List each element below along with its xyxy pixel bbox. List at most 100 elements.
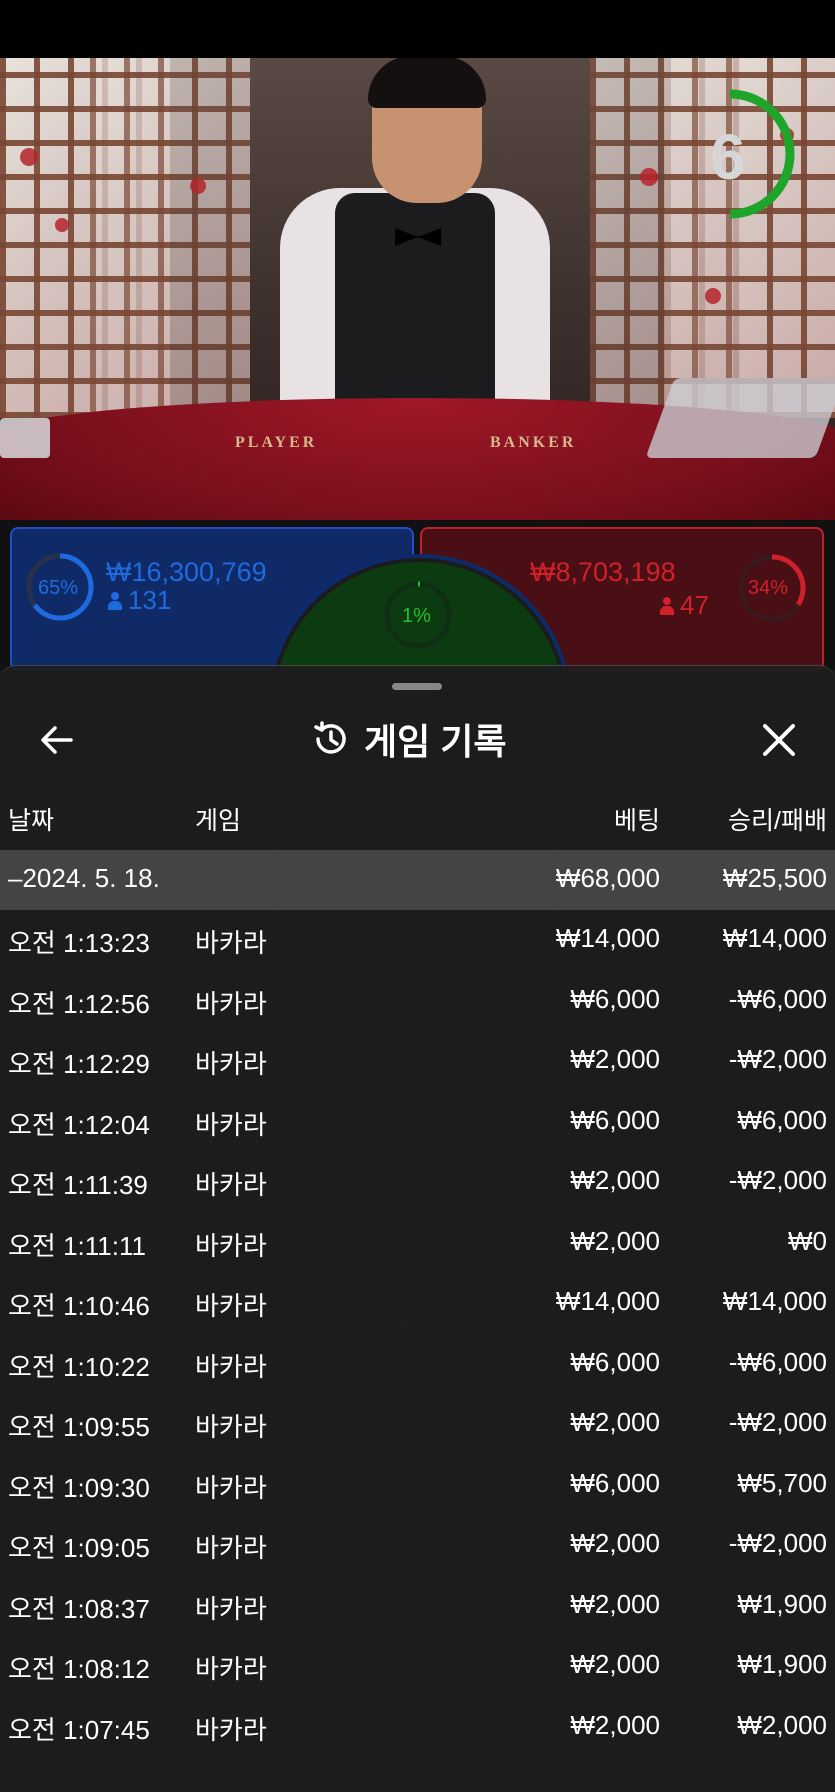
row-bet: ₩2,000 — [570, 1044, 660, 1074]
countdown-timer-value: 6 — [710, 121, 746, 193]
row-game: 바카라 — [195, 1593, 267, 1624]
row-game: 바카라 — [195, 1049, 267, 1079]
row-result: -₩2,000 — [728, 1407, 827, 1437]
column-game: 게임 — [195, 807, 242, 835]
row-result: -₩2,000 — [728, 1044, 827, 1074]
row-bet: ₩14,000 — [555, 1286, 660, 1316]
row-result: ₩2,000 — [737, 1709, 827, 1740]
history-date-group-row[interactable]: –2024. 5. 18. ₩68,000 ₩25,500 — [0, 850, 835, 910]
history-row[interactable]: 오전 1:12:04 바카라 ₩6,000 ₩6,000 — [0, 1092, 835, 1152]
blossom — [20, 148, 38, 166]
banker-count: 47 — [660, 590, 709, 621]
banker-count-value: 47 — [680, 590, 709, 620]
row-time: 오전 1:11:11 — [8, 1230, 146, 1261]
person-icon — [108, 592, 122, 610]
row-game: 바카라 — [195, 1472, 267, 1503]
card-shoe — [645, 378, 835, 458]
row-game: 바카라 — [195, 1714, 267, 1745]
row-result: ₩14,000 — [722, 1286, 827, 1316]
row-bet: ₩14,000 — [555, 923, 660, 953]
sheet-title-group: 게임 기록 — [310, 714, 506, 764]
row-game: 바카라 — [195, 1654, 267, 1684]
row-time: 오전 1:08:12 — [8, 1654, 150, 1684]
person-icon — [660, 597, 674, 615]
group-date: –2024. 5. 18. — [8, 863, 160, 893]
row-time: 오전 1:10:22 — [8, 1351, 150, 1382]
row-result: ₩14,000 — [722, 923, 827, 953]
row-result: ₩0 — [788, 1225, 827, 1256]
row-time: 오전 1:11:39 — [8, 1170, 148, 1200]
player-bet-amount: ₩16,300,769 — [106, 557, 267, 587]
row-bet: ₩2,000 — [570, 1528, 660, 1558]
sheet-header: 게임 기록 — [0, 706, 835, 771]
blossom — [55, 218, 69, 232]
row-time: 오전 1:09:05 — [8, 1533, 150, 1563]
row-result: ₩6,000 — [737, 1104, 827, 1135]
row-time: 오전 1:12:56 — [8, 988, 150, 1019]
row-game: 바카라 — [195, 1291, 267, 1321]
history-row[interactable]: 오전 1:08:37 바카라 ₩2,000 ₩1,900 — [0, 1576, 835, 1636]
card-tray — [0, 418, 50, 458]
row-result: ₩1,900 — [737, 1588, 827, 1619]
row-bet: ₩2,000 — [570, 1407, 660, 1437]
history-row[interactable]: 오전 1:11:39 바카라 ₩2,000 -₩2,000 — [0, 1152, 835, 1212]
history-row[interactable]: 오전 1:12:29 바카라 ₩2,000 -₩2,000 — [0, 1031, 835, 1091]
row-result: -₩2,000 — [728, 1165, 827, 1195]
blossom — [705, 288, 721, 304]
row-game: 바카라 — [195, 928, 267, 958]
dealer-hair — [368, 58, 486, 108]
tie-percent: 1% — [402, 605, 431, 627]
row-bet: ₩2,000 — [570, 1165, 660, 1195]
status-bar — [0, 0, 835, 58]
arrow-left-icon — [41, 726, 73, 754]
player-percent: 65% — [38, 577, 79, 599]
row-result: -₩6,000 — [728, 1346, 827, 1377]
close-button[interactable] — [755, 716, 803, 764]
row-game: 바카라 — [195, 1351, 267, 1382]
row-result: -₩2,000 — [728, 1528, 827, 1558]
history-row[interactable]: 오전 1:07:45 바카라 ₩2,000 ₩2,000 — [0, 1697, 835, 1757]
row-time: 오전 1:09:30 — [8, 1472, 150, 1503]
sheet-title: 게임 기록 — [364, 721, 507, 762]
history-row[interactable]: 오전 1:09:05 바카라 ₩2,000 -₩2,000 — [0, 1515, 835, 1575]
row-time: 오전 1:09:55 — [8, 1412, 150, 1442]
column-bet: 베팅 — [613, 807, 660, 835]
history-icon — [314, 721, 346, 754]
row-bet: ₩2,000 — [570, 1709, 660, 1740]
blossom — [640, 168, 658, 186]
history-row[interactable]: 오전 1:12:56 바카라 ₩6,000 -₩6,000 — [0, 971, 835, 1031]
row-bet: ₩2,000 — [570, 1649, 660, 1679]
row-bet: ₩6,000 — [570, 1104, 660, 1135]
row-game: 바카라 — [195, 988, 267, 1019]
history-row[interactable]: 오전 1:10:46 바카라 ₩14,000 ₩14,000 — [0, 1273, 835, 1333]
row-bet: ₩6,000 — [570, 1467, 660, 1498]
column-date: 날짜 — [8, 807, 55, 835]
history-row[interactable]: 오전 1:10:22 바카라 ₩6,000 -₩6,000 — [0, 1334, 835, 1394]
history-row[interactable]: 오전 1:13:23 바카라 ₩14,000 ₩14,000 — [0, 910, 835, 970]
history-row[interactable]: 오전 1:08:12 바카라 ₩2,000 ₩1,900 — [0, 1636, 835, 1696]
row-bet: ₩2,000 — [570, 1225, 660, 1256]
column-result: 승리/패배 — [728, 807, 827, 835]
game-history-sheet: 게임 기록 날짜 게임 베팅 승리/패배 –2024. 5. 18. ₩68,0… — [0, 665, 835, 1792]
history-table-header: 날짜 게임 베팅 승리/패배 — [0, 801, 835, 841]
group-result-total: ₩25,500 — [722, 863, 827, 893]
group-bet-total: ₩68,000 — [555, 863, 660, 893]
history-row[interactable]: 오전 1:11:11 바카라 ₩2,000 ₩0 — [0, 1213, 835, 1273]
row-result: ₩1,900 — [737, 1649, 827, 1679]
banker-bet-amount: ₩8,703,198 — [530, 557, 676, 587]
history-row[interactable]: 오전 1:09:30 바카라 ₩6,000 ₩5,700 — [0, 1455, 835, 1515]
sheet-drag-handle[interactable] — [392, 683, 442, 690]
row-time: 오전 1:13:23 — [8, 928, 150, 958]
row-game: 바카라 — [195, 1230, 267, 1261]
felt-label-banker: BANKER — [490, 434, 577, 451]
row-game: 바카라 — [195, 1109, 267, 1140]
row-result: ₩5,700 — [737, 1467, 827, 1498]
row-bet: ₩2,000 — [570, 1588, 660, 1619]
back-button[interactable] — [35, 718, 79, 762]
row-time: 오전 1:07:45 — [8, 1714, 150, 1745]
history-row[interactable]: 오전 1:09:55 바카라 ₩2,000 -₩2,000 — [0, 1394, 835, 1454]
row-bet: ₩6,000 — [570, 983, 660, 1014]
blossom — [190, 178, 206, 194]
left-inner-screen — [90, 58, 250, 418]
close-icon — [763, 724, 795, 756]
